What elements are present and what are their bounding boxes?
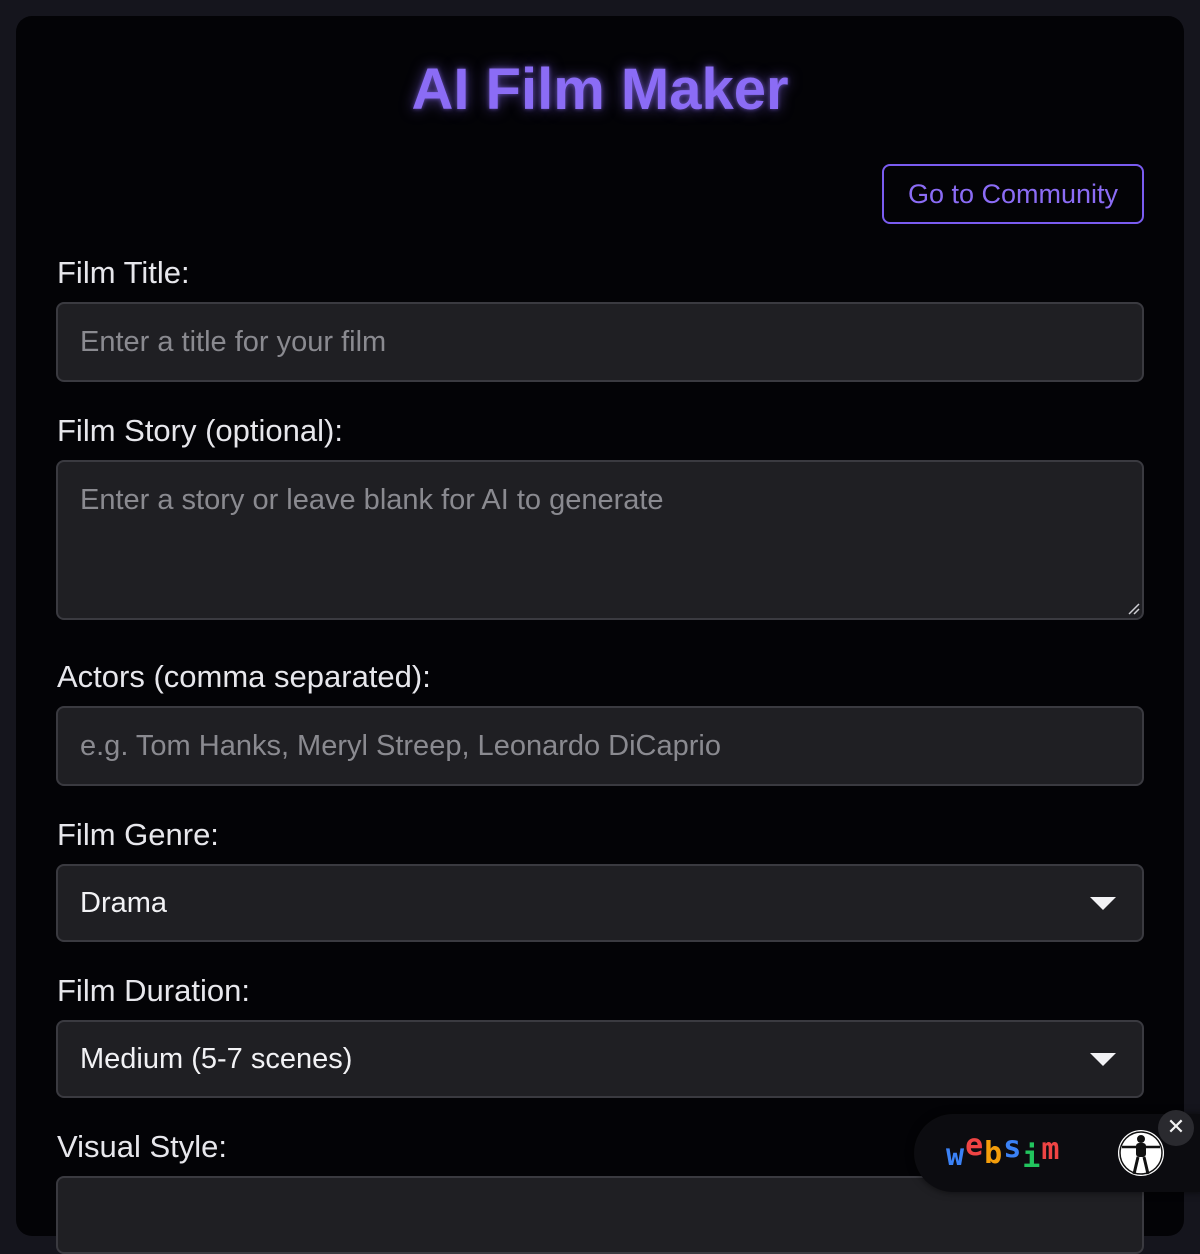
go-to-community-button[interactable]: Go to Community <box>882 164 1144 224</box>
film-genre-label: Film Genre: <box>57 817 219 852</box>
film-story-textarea[interactable] <box>56 460 1144 620</box>
logo-letter: m <box>1041 1132 1061 1167</box>
visual-style-label: Visual Style: <box>57 1129 228 1164</box>
film-duration-label: Film Duration: <box>57 973 250 1008</box>
chevron-down-icon <box>1090 896 1116 910</box>
film-genre-selected-value: Drama <box>80 886 168 919</box>
logo-letter: s <box>1003 1130 1023 1165</box>
chevron-down-icon <box>1090 1052 1116 1066</box>
logo-letter: e <box>965 1128 985 1163</box>
film-duration-selected-value: Medium (5-7 scenes) <box>80 1042 353 1075</box>
websim-logo[interactable]: websim <box>946 1128 1060 1176</box>
film-duration-select[interactable]: Medium (5-7 scenes) <box>56 1020 1144 1098</box>
actors-input[interactable] <box>56 706 1144 786</box>
logo-letter: b <box>984 1136 1004 1171</box>
logo-letter: w <box>946 1138 966 1173</box>
actors-label: Actors (comma separated): <box>57 659 431 694</box>
close-icon[interactable]: ✕ <box>1158 1110 1194 1146</box>
logo-letter: i <box>1022 1140 1042 1175</box>
film-title-input[interactable] <box>56 302 1144 382</box>
film-genre-select[interactable]: Drama <box>56 864 1144 942</box>
page-title: AI Film Maker <box>411 57 789 122</box>
resize-grip-icon[interactable] <box>1126 601 1140 615</box>
vitruvian-man-icon[interactable] <box>1118 1130 1164 1176</box>
film-story-label: Film Story (optional): <box>57 413 343 448</box>
film-title-label: Film Title: <box>57 255 190 290</box>
